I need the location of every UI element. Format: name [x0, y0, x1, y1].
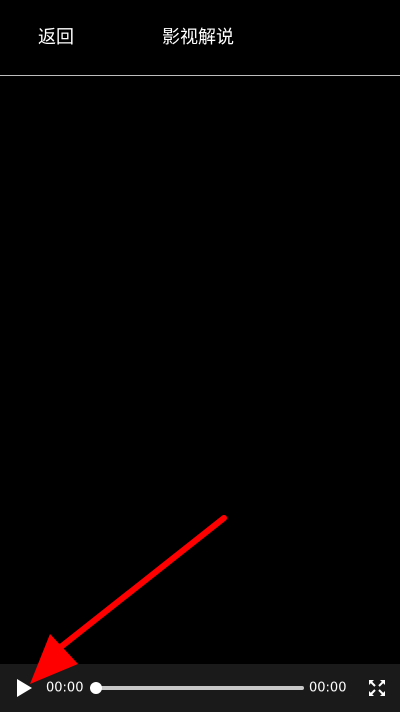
current-time: 00:00 — [46, 680, 84, 696]
page-title: 影视解说 — [162, 27, 234, 48]
fullscreen-icon — [369, 680, 385, 696]
player-controls: 00:00 00:00 — [0, 664, 400, 712]
video-player-area[interactable] — [0, 76, 400, 664]
play-button[interactable] — [14, 678, 34, 698]
progress-thumb[interactable] — [90, 682, 102, 694]
play-icon — [17, 679, 32, 697]
total-time: 00:00 — [309, 680, 347, 696]
back-button[interactable]: 返回 — [38, 27, 74, 49]
fullscreen-button[interactable] — [367, 678, 387, 698]
top-bar: 返回 影视解说 — [0, 0, 400, 76]
progress-bar[interactable] — [90, 682, 304, 694]
